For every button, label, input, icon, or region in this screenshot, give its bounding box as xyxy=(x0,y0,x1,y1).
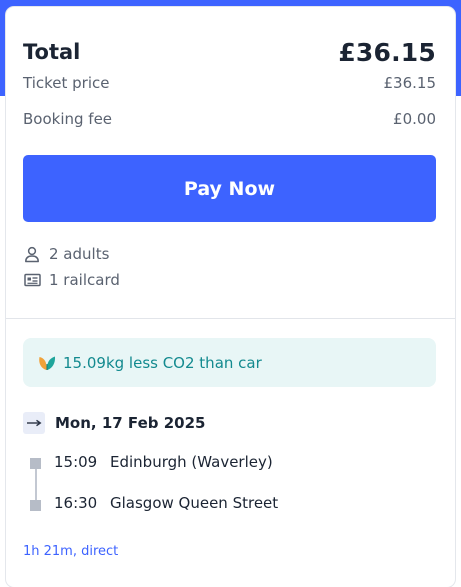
departure-stop-marker xyxy=(30,458,41,469)
total-row: Total £36.15 xyxy=(23,34,436,70)
journey-date: Mon, 17 Feb 2025 xyxy=(55,414,206,432)
checkout-summary-card: Total £36.15 Ticket price £36.15 Booking… xyxy=(6,7,455,587)
ticket-price-label: Ticket price xyxy=(23,74,110,92)
person-icon xyxy=(23,245,41,263)
pay-now-button[interactable]: Pay Now xyxy=(23,155,436,222)
section-divider xyxy=(6,318,455,319)
departure-time: 15:09 xyxy=(54,453,98,471)
passenger-adults: 2 adults xyxy=(23,245,109,263)
departure-stop: 15:09 Edinburgh (Waverley) xyxy=(54,453,273,471)
ticket-price-row: Ticket price £36.15 xyxy=(23,72,436,94)
journey-date-row: Mon, 17 Feb 2025 xyxy=(23,412,205,434)
booking-fee-row: Booking fee £0.00 xyxy=(23,108,436,130)
railcard-icon xyxy=(23,271,41,289)
co2-savings-text: 15.09kg less CO2 than car xyxy=(63,353,262,372)
passenger-railcards: 1 railcard xyxy=(23,271,120,289)
arrival-time: 16:30 xyxy=(54,494,98,512)
booking-fee-value: £0.00 xyxy=(393,110,436,128)
departure-station: Edinburgh (Waverley) xyxy=(110,453,273,471)
co2-savings-banner: 15.09kg less CO2 than car xyxy=(23,338,436,387)
railcard-count: 1 railcard xyxy=(49,271,120,289)
arrow-right-icon xyxy=(23,412,45,434)
total-label: Total xyxy=(23,40,81,64)
journey-duration: 1h 21m, direct xyxy=(23,544,119,559)
arrival-stop-marker xyxy=(30,500,41,511)
leaf-icon xyxy=(37,353,57,373)
booking-fee-label: Booking fee xyxy=(23,110,113,128)
arrival-station: Glasgow Queen Street xyxy=(110,494,279,512)
ticket-price-value: £36.15 xyxy=(383,74,437,92)
adults-count: 2 adults xyxy=(49,245,110,263)
arrival-stop: 16:30 Glasgow Queen Street xyxy=(54,494,278,512)
total-amount: £36.15 xyxy=(338,37,436,67)
